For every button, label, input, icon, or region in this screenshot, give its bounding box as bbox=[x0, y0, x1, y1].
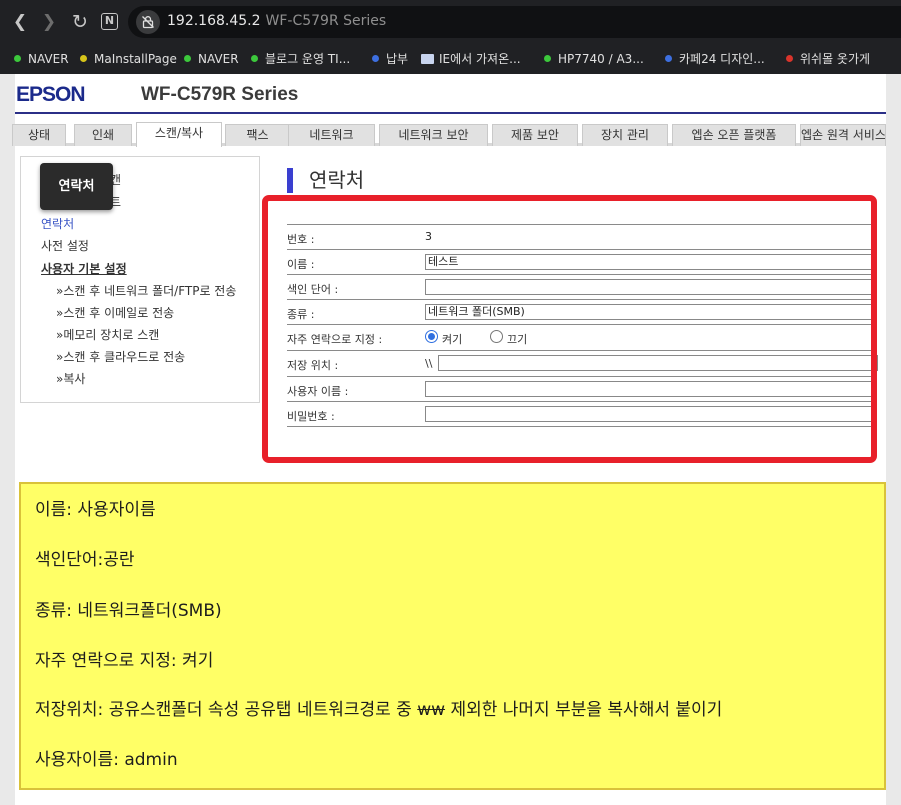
note-line-5: 저장위치: 공유스캔폴더 속성 공유탭 네트워크경로 중 ww 제외한 나머지 … bbox=[35, 695, 722, 720]
tooltip-contacts: 연락처 bbox=[40, 163, 113, 210]
back-icon[interactable]: ❮ bbox=[9, 11, 31, 33]
bookmark-hp7740[interactable]: HP7740 / A3... bbox=[544, 50, 644, 68]
dot-icon bbox=[80, 55, 87, 62]
menu-contacts[interactable]: 연락처 bbox=[41, 215, 74, 232]
tab-network-security[interactable]: 네트워크 보안 bbox=[379, 124, 488, 146]
reload-icon[interactable]: ↻ bbox=[69, 11, 91, 33]
site-n-icon[interactable]: N bbox=[101, 13, 118, 30]
dot-icon bbox=[665, 55, 672, 62]
menu-scan-to-memory[interactable]: »메모리 장치로 스캔 bbox=[56, 326, 159, 343]
dot-icon bbox=[786, 55, 793, 62]
menu-scan-to-cloud[interactable]: »스캔 후 클라우드로 전송 bbox=[56, 348, 185, 365]
dot-icon bbox=[251, 55, 258, 62]
bookmark-label: 납부 bbox=[386, 52, 409, 66]
dot-icon bbox=[14, 55, 21, 62]
bookmark-cafe24[interactable]: 카페24 디자인... bbox=[665, 50, 765, 68]
tab-device-management[interactable]: 장치 관리 bbox=[582, 124, 668, 146]
page-title-in-url: WF-C579R Series bbox=[265, 13, 387, 29]
model-name: WF-C579R Series bbox=[141, 84, 299, 105]
bookmark-label: IE에서 가져온... bbox=[439, 52, 521, 66]
bookmark-payment[interactable]: 납부 bbox=[372, 50, 408, 68]
note-line-2: 색인단어:공란 bbox=[35, 550, 135, 570]
url-text[interactable]: 192.168.45.2 WF-C579R Series bbox=[167, 13, 386, 29]
bookmark-label: 위쉬몰 옷가게 bbox=[800, 52, 871, 66]
highlight-box bbox=[262, 195, 877, 463]
menu-scan-to-network[interactable]: »스캔 후 네트워크 폴더/FTP로 전송 bbox=[56, 282, 236, 299]
folder-icon bbox=[421, 54, 434, 64]
note-line-6: 사용자이름: admin bbox=[35, 750, 178, 770]
dot-icon bbox=[372, 55, 379, 62]
note-line-5-strike: ww bbox=[417, 700, 446, 720]
bookmarks-bar: NAVER MaInstallPage NAVER 블로그 운영 TI... 납… bbox=[0, 44, 901, 74]
forward-icon[interactable]: ❯ bbox=[38, 11, 60, 33]
tab-print[interactable]: 인쇄 bbox=[74, 124, 132, 146]
menu-user-defaults[interactable]: 사용자 기본 설정 bbox=[41, 260, 127, 277]
dot-icon bbox=[184, 55, 191, 62]
bookmark-blog[interactable]: 블로그 운영 TI... bbox=[251, 50, 350, 68]
note-line-5-a: 저장위치: 공유스캔폴더 속성 공유탭 네트워크경로 중 bbox=[35, 700, 418, 720]
page-title: 연락처 bbox=[287, 168, 364, 193]
bookmark-label: MaInstallPage bbox=[94, 52, 177, 66]
bookmark-naver-1[interactable]: NAVER bbox=[14, 50, 69, 68]
note-line-5-b: 제외한 나머지 부분을 복사해서 붙이기 bbox=[445, 700, 723, 720]
note-line-4: 자주 연락으로 지정: 켜기 bbox=[35, 651, 214, 671]
bookmark-wishmall[interactable]: 위쉬몰 옷가게 bbox=[786, 50, 870, 68]
tab-epson-open-platform[interactable]: 엡손 오픈 플랫폼 bbox=[672, 124, 796, 146]
menu-presets[interactable]: 사전 설정 bbox=[41, 237, 89, 254]
tab-network[interactable]: 네트워크 bbox=[288, 124, 375, 146]
tab-epson-remote-service[interactable]: 엡손 원격 서비스 bbox=[800, 124, 886, 146]
tab-scan-copy[interactable]: 스캔/복사 bbox=[136, 122, 222, 147]
menu-scan-to-email[interactable]: »스캔 후 이메일로 전송 bbox=[56, 304, 174, 321]
printer-header: EPSON WF-C579R Series bbox=[15, 74, 886, 114]
browser-toolbar: ❮ ❯ ↻ N 192.168.45.2 WF-C579R Series bbox=[0, 0, 901, 44]
bookmark-naver-2[interactable]: NAVER bbox=[184, 50, 239, 68]
not-secure-icon[interactable] bbox=[136, 10, 160, 34]
main-tabs: 상태 인쇄 스캔/복사 팩스 네트워크 네트워크 보안 제품 보안 장치 관리 … bbox=[12, 120, 886, 147]
url-host: 192.168.45.2 bbox=[167, 13, 261, 29]
bookmark-label: 카페24 디자인... bbox=[679, 52, 765, 66]
bookmark-ie-folder[interactable]: IE에서 가져온... bbox=[421, 50, 521, 68]
bookmark-mainstall[interactable]: MaInstallPage bbox=[80, 50, 177, 68]
note-line-3: 종류: 네트워크폴더(SMB) bbox=[35, 601, 222, 621]
tab-fax[interactable]: 팩스 bbox=[225, 124, 290, 146]
tab-status[interactable]: 상태 bbox=[12, 124, 66, 146]
instruction-note: 이름: 사용자이름 색인단어:공란 종류: 네트워크폴더(SMB) 자주 연락으… bbox=[19, 482, 886, 790]
bookmark-label: NAVER bbox=[198, 52, 239, 66]
bookmark-label: HP7740 / A3... bbox=[558, 52, 644, 66]
note-line-1: 이름: 사용자이름 bbox=[35, 500, 156, 520]
bookmark-label: 블로그 운영 TI... bbox=[265, 52, 351, 66]
epson-logo: EPSON bbox=[16, 83, 86, 106]
dot-icon bbox=[544, 55, 551, 62]
tab-product-security[interactable]: 제품 보안 bbox=[492, 124, 578, 146]
menu-copy[interactable]: »복사 bbox=[56, 370, 85, 387]
bookmark-label: NAVER bbox=[28, 52, 69, 66]
